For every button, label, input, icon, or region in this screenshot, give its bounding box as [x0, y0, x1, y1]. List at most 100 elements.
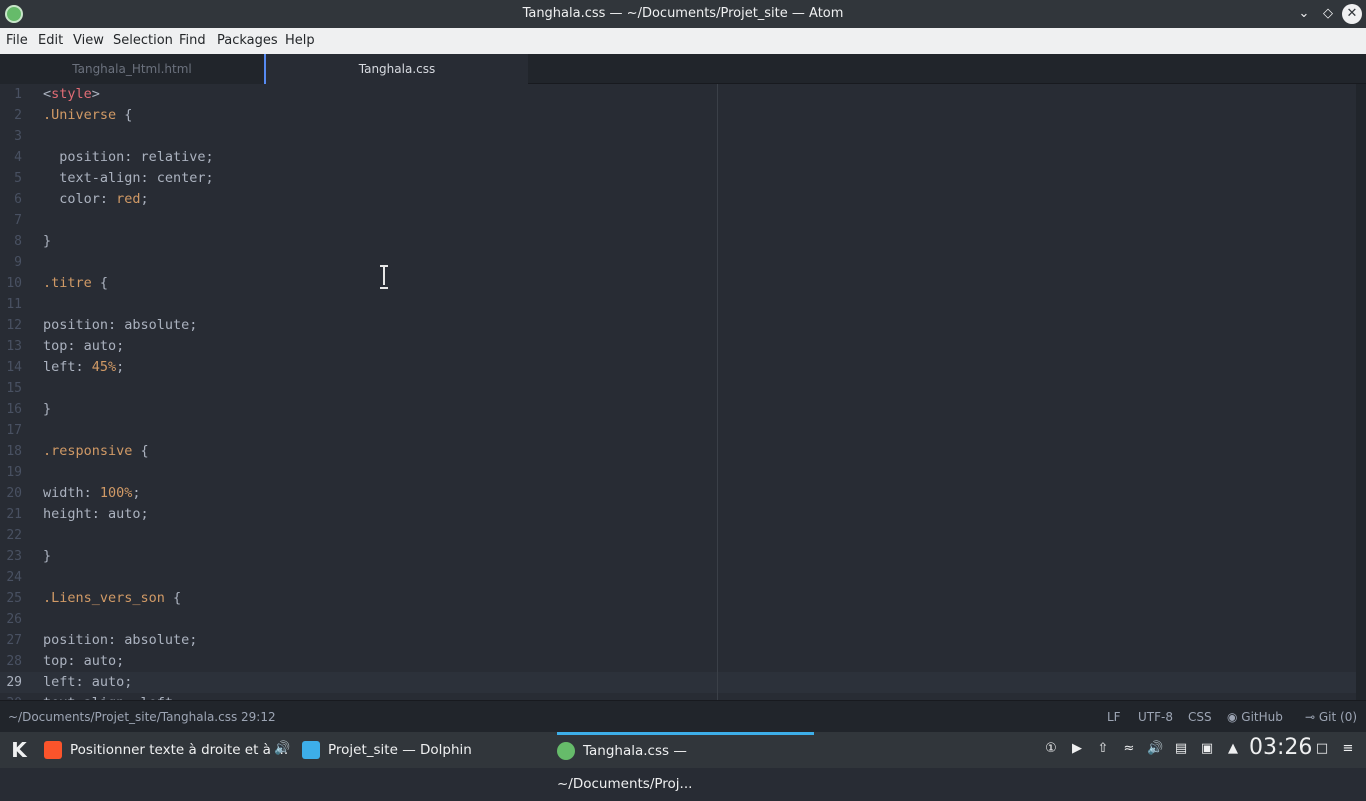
- menu-selection[interactable]: Selection: [113, 33, 173, 48]
- line-number[interactable]: 7: [0, 210, 22, 231]
- line-number[interactable]: 19: [0, 462, 22, 483]
- line-number[interactable]: 14: [0, 357, 22, 378]
- tab-tanghala-html[interactable]: Tanghala_Html.html: [0, 54, 264, 84]
- line-number-gutter[interactable]: 1 2 3 4 5 6 7 8 9 10 11 12 13 14 15 16 17 18 19 20 21 22 23 24 2…: [0, 84, 34, 700]
- panel-settings-icon[interactable]: ≡: [1340, 741, 1356, 757]
- code-line[interactable]: height: auto;: [43, 504, 149, 525]
- line-ending[interactable]: LF: [1107, 710, 1121, 724]
- code-line[interactable]: top: auto;: [43, 336, 124, 357]
- clock[interactable]: 03:26: [1249, 735, 1312, 760]
- clipboard-icon[interactable]: ▤: [1173, 741, 1189, 757]
- code-line[interactable]: text-align: left;: [43, 693, 181, 700]
- line-number[interactable]: 15: [0, 378, 22, 399]
- code-line[interactable]: .responsive {: [43, 441, 149, 462]
- line-number[interactable]: 21: [0, 504, 22, 525]
- minimize-button[interactable]: ⌄: [1294, 4, 1314, 24]
- menu-view[interactable]: View: [73, 33, 104, 48]
- task-brave[interactable]: Positionner texte à droite et à ...: [44, 732, 294, 768]
- wrap-guide: [717, 84, 718, 700]
- line-number[interactable]: 6: [0, 189, 22, 210]
- line-number[interactable]: 25: [0, 588, 22, 609]
- volume-icon[interactable]: 🔊: [1147, 741, 1163, 757]
- code-token: height: auto;: [43, 506, 149, 522]
- code-line[interactable]: }: [43, 231, 51, 252]
- code-line[interactable]: color: red;: [43, 189, 149, 210]
- menu-find[interactable]: Find: [179, 33, 206, 48]
- code-line[interactable]: <style>: [43, 84, 100, 105]
- line-number[interactable]: 23: [0, 546, 22, 567]
- line-number[interactable]: 17: [0, 420, 22, 441]
- line-number[interactable]: 10: [0, 273, 22, 294]
- code-line[interactable]: position: absolute;: [43, 315, 197, 336]
- code-line[interactable]: text-align: center;: [43, 168, 213, 189]
- github-label: GitHub: [1241, 710, 1283, 724]
- line-number[interactable]: 20: [0, 483, 22, 504]
- code-token: top: auto;: [43, 338, 125, 354]
- kde-launcher-icon[interactable]: K: [5, 736, 33, 764]
- code-editor[interactable]: 1 2 3 4 5 6 7 8 9 10 11 12 13 14 15 16 17 18 19 20 21 22 23 24 2…: [0, 84, 1366, 700]
- task-atom[interactable]: Tanghala.css — ~/Documents/Proj...: [557, 732, 814, 792]
- github-status[interactable]: ◉ GitHub: [1227, 710, 1283, 724]
- code-line[interactable]: left: 45%;: [43, 357, 124, 378]
- line-number[interactable]: 30: [0, 693, 22, 700]
- file-path[interactable]: ~/Documents/Projet_site/Tanghala.css: [8, 710, 237, 724]
- task-label: Projet_site — Dolphin: [328, 742, 472, 758]
- line-number[interactable]: 12: [0, 315, 22, 336]
- line-number[interactable]: 8: [0, 231, 22, 252]
- line-number[interactable]: 29: [0, 672, 22, 693]
- line-number[interactable]: 11: [0, 294, 22, 315]
- code-line[interactable]: .Liens_vers_son {: [43, 588, 181, 609]
- maximize-button[interactable]: ◇: [1318, 4, 1338, 24]
- code-area[interactable]: <style> .Universe { position: relative; t…: [43, 84, 1343, 700]
- code-line[interactable]: width: 100%;: [43, 483, 141, 504]
- line-number[interactable]: 3: [0, 126, 22, 147]
- code-line[interactable]: left: auto;: [43, 672, 132, 693]
- code-token: .Universe: [43, 107, 117, 123]
- menu-file[interactable]: File: [6, 33, 28, 48]
- code-line[interactable]: }: [43, 399, 51, 420]
- code-line[interactable]: .titre {: [43, 273, 108, 294]
- media-play-icon[interactable]: ▶: [1069, 741, 1085, 757]
- cursor-position[interactable]: 29:12: [241, 710, 276, 724]
- notification-count-icon[interactable]: ①: [1043, 741, 1059, 757]
- task-dolphin[interactable]: Projet_site — Dolphin: [302, 732, 552, 768]
- show-hidden-icons[interactable]: ▲: [1225, 741, 1241, 757]
- menu-edit[interactable]: Edit: [38, 33, 63, 48]
- code-token: ;: [140, 191, 149, 207]
- tab-tanghala-css[interactable]: Tanghala.css: [264, 54, 528, 84]
- line-number[interactable]: 9: [0, 252, 22, 273]
- vertical-scrollbar[interactable]: [1356, 84, 1366, 700]
- line-number[interactable]: 1: [0, 84, 22, 105]
- code-token: {: [116, 107, 133, 123]
- wifi-icon[interactable]: ≈: [1121, 741, 1137, 757]
- show-desktop-icon[interactable]: □: [1314, 741, 1330, 757]
- update-icon[interactable]: ⇧: [1095, 741, 1111, 757]
- line-number[interactable]: 5: [0, 168, 22, 189]
- code-line[interactable]: top: auto;: [43, 651, 124, 672]
- code-line[interactable]: .Universe {: [43, 105, 132, 126]
- encoding[interactable]: UTF-8: [1138, 710, 1173, 724]
- code-token: .titre: [43, 275, 92, 291]
- close-button[interactable]: ✕: [1342, 4, 1362, 24]
- line-number[interactable]: 2: [0, 105, 22, 126]
- line-number[interactable]: 16: [0, 399, 22, 420]
- line-number[interactable]: 13: [0, 336, 22, 357]
- line-number[interactable]: 26: [0, 609, 22, 630]
- line-number[interactable]: 27: [0, 630, 22, 651]
- device-icon[interactable]: ▣: [1199, 741, 1215, 757]
- code-token: color:: [43, 191, 117, 207]
- menu-packages[interactable]: Packages: [217, 33, 278, 48]
- grammar[interactable]: CSS: [1188, 710, 1212, 724]
- taskbar: K Positionner texte à droite et à ... 🔊 …: [0, 732, 1366, 792]
- line-number[interactable]: 4: [0, 147, 22, 168]
- menu-help[interactable]: Help: [285, 33, 315, 48]
- line-number[interactable]: 24: [0, 567, 22, 588]
- code-line[interactable]: position: relative;: [43, 147, 213, 168]
- line-number[interactable]: 18: [0, 441, 22, 462]
- code-line[interactable]: position: absolute;: [43, 630, 197, 651]
- line-number[interactable]: 28: [0, 651, 22, 672]
- code-line[interactable]: }: [43, 546, 51, 567]
- git-status[interactable]: ⊸ Git (0): [1305, 710, 1357, 724]
- line-number[interactable]: 22: [0, 525, 22, 546]
- speaker-icon[interactable]: 🔊: [274, 741, 290, 757]
